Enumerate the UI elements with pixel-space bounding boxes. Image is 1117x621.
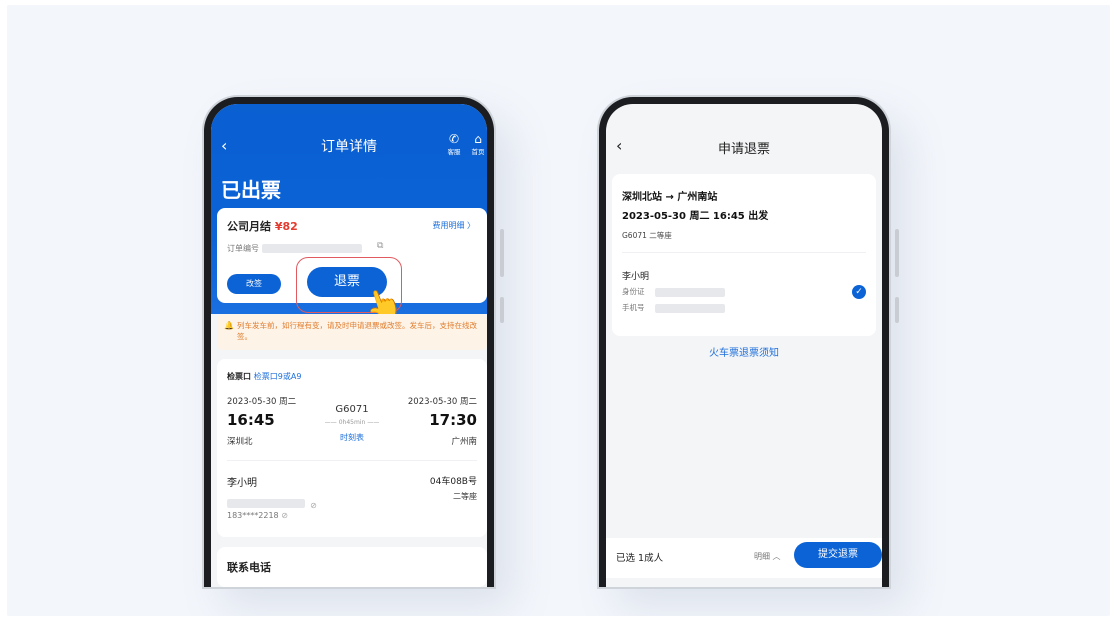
arrive-station: 广州南 [451, 437, 477, 447]
gate-value: 检票口9或A9 [253, 372, 302, 381]
train-class: G6071 二等座 [622, 231, 672, 240]
divider [622, 252, 866, 253]
home-button[interactable]: ⌂ 首页 [465, 132, 487, 156]
passenger-name: 李小明 [622, 272, 650, 282]
copy-icon[interactable]: ⧉ [377, 241, 383, 251]
order-number-masked [261, 244, 362, 253]
payment-card: 公司月结 ¥82 费用明细 〉 订单编号 ⧉ 改签 退票 👆 [217, 208, 487, 328]
id-blur [227, 499, 305, 508]
payment-amount: ¥82 [274, 220, 298, 233]
passenger-name: 李小明 [227, 478, 257, 489]
divider [227, 460, 477, 461]
phone-side-button [500, 229, 504, 277]
id-blur [654, 287, 725, 297]
arrive-time: 17:30 [429, 411, 477, 429]
eye-off-icon[interactable]: ⊘ [281, 511, 288, 520]
gate-info: 检票口 检票口9或A9 [227, 371, 301, 382]
duration-text: 0h45min [338, 419, 366, 426]
gate-label: 检票口 [227, 372, 251, 381]
order-number: 订单编号 [227, 243, 362, 254]
top-nav: ‹ 申请退票 [606, 126, 882, 166]
trip-card: 检票口 检票口9或A9 2023-05-30 周二 16:45 深圳北 G607… [217, 359, 487, 537]
payment-method: 公司月结 [227, 220, 271, 233]
fee-detail-link[interactable]: 费用明细 〉 [432, 220, 475, 231]
home-label: 首页 [471, 148, 485, 156]
route: 深圳北站 → 广州南站 [622, 192, 718, 203]
seat-number: 04车08B号 [429, 477, 477, 487]
notice-text: 列车发车前，如行程有变，请及时申请退票或改签。发车后，支持在线改签。 [237, 321, 477, 341]
refund-notice-link[interactable]: 火车票退票须知 [606, 344, 882, 359]
page-title: 申请退票 [717, 142, 770, 157]
phone-blur [654, 303, 725, 313]
change-ticket-button[interactable]: 改签 [227, 274, 281, 294]
home-icon: ⌂ [474, 132, 482, 146]
passenger-checkbox[interactable]: ✓ [852, 285, 866, 299]
contact-card: 联系电话 [217, 547, 487, 587]
order-number-label: 订单编号 [227, 244, 259, 253]
service-label: 客服 [447, 148, 461, 156]
contact-title: 联系电话 [227, 561, 271, 574]
id-label: 身份证 [622, 287, 645, 296]
phone-label: 手机号 [622, 303, 645, 312]
phone-side-button [500, 297, 504, 323]
phone-row: 手机号 [622, 302, 725, 313]
departure-datetime: 2023-05-30 周二 16:45 出发 [622, 211, 769, 222]
bell-icon: 🔔 [224, 321, 234, 330]
arrive-date: 2023-05-30 周二 [407, 397, 477, 407]
background-stage: ‹ 订单详情 ✆ 客服 ⌂ 首页 已出票 公司月结 ¥82 费用明细 〉 订单编… [7, 5, 1110, 616]
selected-count: 已选 1成人 [616, 553, 664, 564]
detail-toggle[interactable]: 明细 ︿ [754, 551, 781, 562]
phone-icon: ✆ [448, 132, 460, 146]
submit-refund-button[interactable]: 提交退票 [794, 542, 882, 568]
timetable-link[interactable]: 时刻表 [217, 432, 487, 443]
phone-side-button [895, 229, 899, 277]
notice-banner: 🔔 列车发车前，如行程有变，请及时申请退票或改签。发车后，支持在线改签。 [217, 314, 487, 350]
eye-off-icon[interactable]: ⊘ [310, 501, 317, 510]
id-row: 身份证 [622, 286, 725, 297]
id-number-masked: ⊘ [227, 493, 317, 512]
customer-service-button[interactable]: ✆ 客服 [441, 132, 467, 156]
bottom-bar: 已选 1成人 明细 ︿ 提交退票 [606, 538, 882, 578]
refund-info-card: 深圳北站 → 广州南站 2023-05-30 周二 16:45 出发 G6071… [612, 174, 876, 336]
left-phone: ‹ 订单详情 ✆ 客服 ⌂ 首页 已出票 公司月结 ¥82 费用明细 〉 订单编… [204, 97, 494, 587]
right-phone: ‹ 申请退票 深圳北站 → 广州南站 2023-05-30 周二 16:45 出… [599, 97, 889, 587]
phone-text: 183****2218 [227, 511, 279, 520]
payment-title: 公司月结 ¥82 [227, 218, 298, 234]
phone-number: 183****2218 ⊘ [227, 511, 288, 520]
phone-side-button [895, 297, 899, 323]
top-nav: ‹ 订单详情 ✆ 客服 ⌂ 首页 [211, 126, 487, 166]
ticket-status: 已出票 [221, 178, 281, 202]
seat-class: 二等座 [453, 492, 477, 501]
